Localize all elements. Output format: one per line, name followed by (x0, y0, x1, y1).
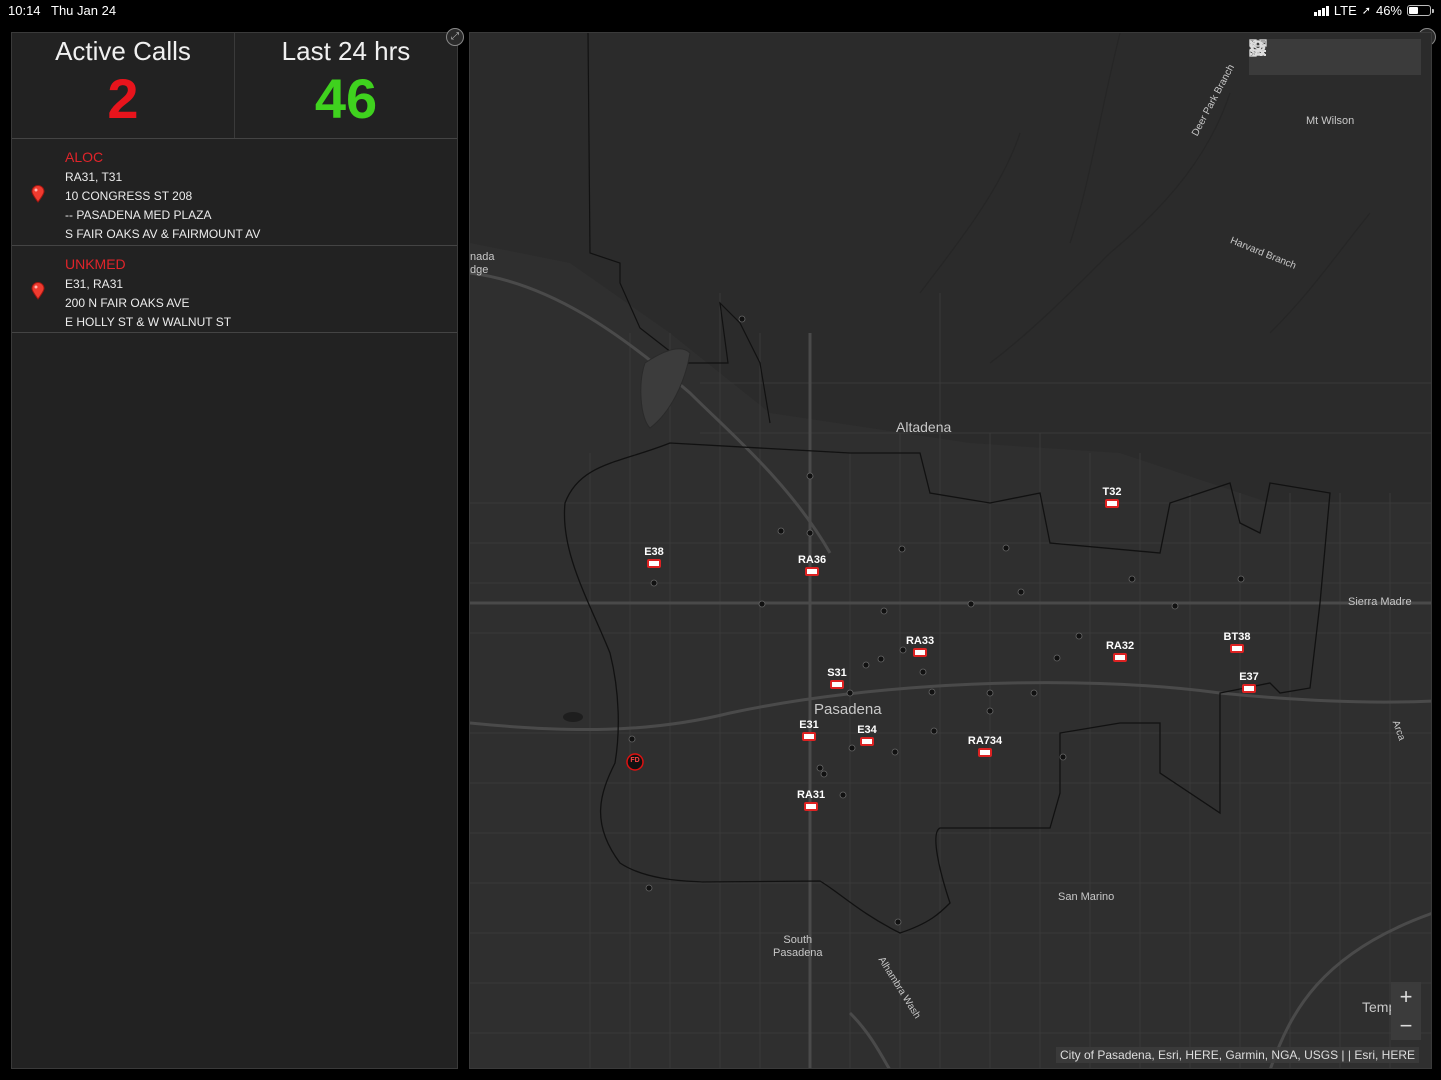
call-address: 10 CONGRESS ST 208 (65, 189, 193, 203)
zoom-out-button[interactable]: − (1391, 1011, 1421, 1040)
call-item[interactable]: UNKMED E31, RA31 200 N FAIR OAKS AVE E H… (12, 246, 457, 333)
place-label-mt-wilson: Mt Wilson (1306, 115, 1355, 127)
panel-expand-icon[interactable]: ⤢ (446, 28, 464, 46)
fire-truck-icon (830, 680, 844, 689)
call-cross-streets: E HOLLY ST & W WALNUT ST (65, 315, 232, 329)
place-label-sierra-madre: Sierra Madre (1348, 596, 1412, 608)
qr-icon[interactable] (1249, 39, 1415, 71)
active-calls-counter: Active Calls 2 (12, 33, 234, 138)
map-view[interactable]: Altadena Pasadena Mt Wilson Sierra Madre… (469, 32, 1432, 1069)
fire-truck-icon (1230, 644, 1244, 653)
status-date: Thu Jan 24 (51, 3, 117, 18)
last-24hrs-label: Last 24 hrs (281, 36, 411, 66)
fire-truck-icon (860, 737, 874, 746)
unit-label: E31 (799, 719, 819, 731)
layers-icon[interactable] (1249, 40, 1382, 71)
unit-marker-ra33[interactable]: RA33 (895, 635, 945, 657)
fire-truck-icon (1105, 499, 1119, 508)
unit-label: RA36 (797, 554, 827, 566)
unit-marker-bt38[interactable]: BT38 (1212, 631, 1262, 653)
unit-label: T32 (1102, 486, 1122, 498)
fire-truck-icon (647, 559, 661, 568)
call-type: ALOC (65, 149, 104, 165)
ambulance-icon (1113, 653, 1127, 662)
place-label-altadena: Altadena (896, 419, 952, 435)
place-label-pasadena: Pasadena (814, 701, 882, 718)
map-pin-icon (31, 282, 45, 300)
call-units: E31, RA31 (65, 277, 124, 291)
ambulance-icon (805, 567, 819, 576)
unit-label: RA32 (1105, 640, 1135, 652)
signal-icon (1313, 5, 1329, 16)
unit-marker-ra32[interactable]: RA32 (1095, 640, 1145, 662)
call-type: UNKMED (65, 256, 126, 272)
active-calls-value: 2 (107, 67, 139, 130)
unit-marker-ra31[interactable]: RA31 (786, 789, 836, 811)
unit-marker-e37[interactable]: E37 (1224, 671, 1274, 693)
map-pin-icon (31, 185, 45, 203)
call-place: -- PASADENA MED PLAZA (65, 208, 212, 222)
counters: Active Calls 2 Last 24 hrs 46 (12, 33, 457, 139)
last-24hrs-counter: Last 24 hrs 46 (234, 33, 457, 138)
south-pasadena-line-1: South (783, 934, 813, 946)
location-icon: ➚ (1361, 5, 1371, 17)
call-item[interactable]: ALOC RA31, T31 10 CONGRESS ST 208 -- PAS… (12, 139, 457, 246)
south-pasadena-line-2: Pasadena (773, 947, 823, 959)
home-icon[interactable] (1250, 40, 1316, 71)
call-address: 200 N FAIR OAKS AVE (65, 296, 190, 310)
calls-panel: Active Calls 2 Last 24 hrs 46 ALOC RA31,… (11, 32, 458, 1069)
unit-marker-e31[interactable]: E31 (784, 719, 834, 741)
last-24hrs-value: 46 (314, 67, 378, 130)
unit-label: RA33 (905, 635, 935, 647)
status-time: 10:14 (8, 3, 41, 18)
unit-marker-ra734[interactable]: RA734 (960, 735, 1010, 757)
battery-percent: 46% (1375, 3, 1402, 18)
fire-truck-icon (802, 732, 816, 741)
status-bar: 10:14 Thu Jan 24 LTE ➚ 46% (0, 0, 1441, 22)
unit-marker-ra36[interactable]: RA36 (787, 554, 837, 576)
unit-marker-e38[interactable]: E38 (629, 546, 679, 568)
basemap (470, 33, 1431, 1068)
unit-label: S31 (827, 667, 847, 679)
unit-label: BT38 (1223, 631, 1251, 643)
fire-truck-icon (1242, 684, 1256, 693)
battery-icon (1407, 5, 1434, 16)
place-label-san-marino: San Marino (1058, 891, 1115, 903)
ambulance-icon (804, 802, 818, 811)
unit-label: RA31 (796, 789, 826, 801)
network-type: LTE (1333, 3, 1357, 18)
unit-label: E38 (644, 546, 664, 558)
unit-marker-s31[interactable]: S31 (812, 667, 862, 689)
unit-marker-e34[interactable]: E34 (842, 724, 892, 746)
zoom-controls: + − (1391, 982, 1421, 1040)
status-right: LTE ➚ 46% (1313, 3, 1434, 18)
map-toolbar (1249, 39, 1421, 75)
ambulance-icon (978, 748, 992, 757)
list-icon[interactable] (1250, 41, 1349, 71)
la-canada-line-1: nada (470, 251, 495, 263)
unit-marker-t32[interactable]: T32 (1087, 486, 1137, 508)
call-units: RA31, T31 (65, 170, 123, 184)
fire-station-marker[interactable]: FD (610, 757, 660, 764)
map-attribution: City of Pasadena, Esri, HERE, Garmin, NG… (1056, 1047, 1419, 1063)
zoom-in-button[interactable]: + (1391, 982, 1421, 1011)
la-canada-line-2: dge (470, 264, 489, 276)
ambulance-icon (913, 648, 927, 657)
unit-label: E34 (857, 724, 877, 736)
place-label-south-pasadena: South Pasadena (773, 934, 823, 960)
place-label-la-canada: nada dge (470, 251, 494, 277)
active-calls-label: Active Calls (55, 36, 191, 66)
unit-label: RA734 (967, 735, 1003, 747)
call-cross-streets: S FAIR OAKS AV & FAIRMOUNT AV (65, 227, 261, 241)
unit-label: E37 (1239, 671, 1259, 683)
